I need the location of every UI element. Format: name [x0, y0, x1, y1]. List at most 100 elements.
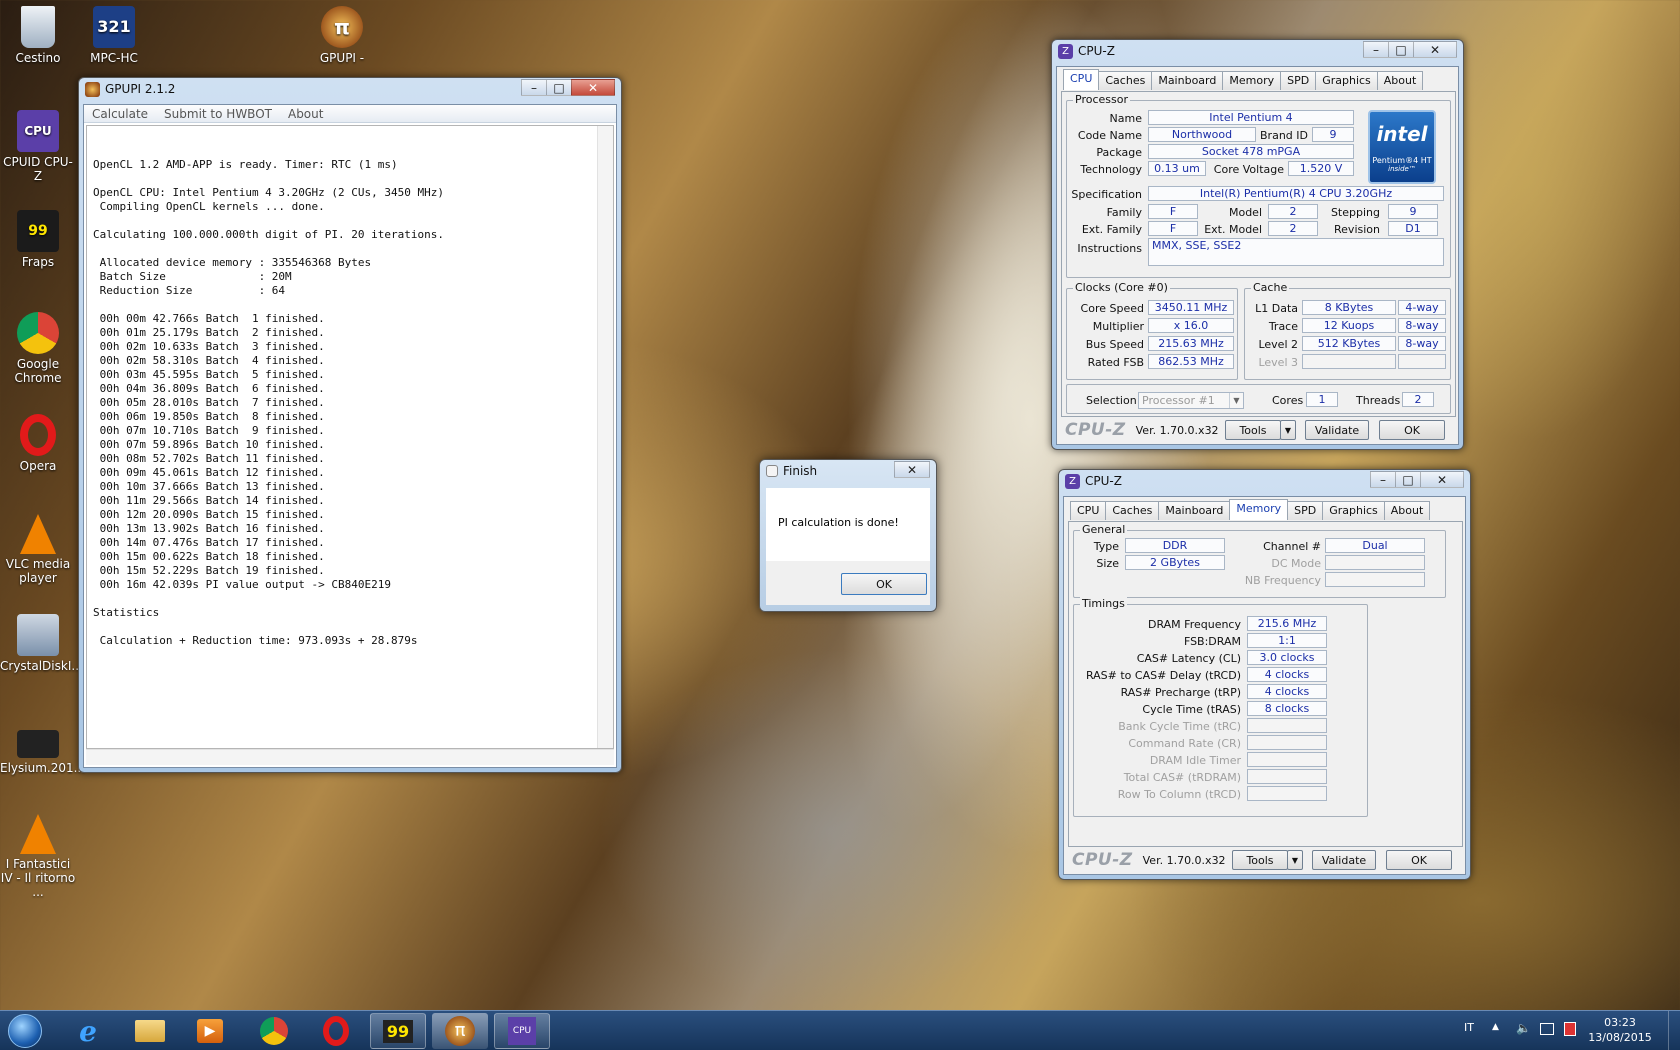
cpuz-icon: CPU: [17, 110, 59, 152]
tools-button[interactable]: Tools: [1225, 420, 1281, 440]
vertical-scrollbar[interactable]: [597, 126, 613, 748]
menu-submit-hwbot[interactable]: Submit to HWBOT: [156, 107, 280, 121]
maximize-button[interactable]: □: [546, 79, 572, 96]
taskbar-explorer[interactable]: [122, 1013, 178, 1049]
tools-dropdown-icon[interactable]: ▼: [1280, 420, 1296, 440]
level2-way: 8-way: [1398, 336, 1446, 351]
show-desktop-button[interactable]: [1668, 1011, 1680, 1050]
tab-cpu[interactable]: CPU: [1063, 69, 1100, 90]
start-orb-icon: [8, 1014, 42, 1048]
gpupi-client: Calculate Submit to HWBOT About OpenCL 1…: [83, 104, 617, 768]
validate-button[interactable]: Validate: [1312, 850, 1376, 870]
start-button[interactable]: [2, 1013, 48, 1049]
tools-dropdown-icon[interactable]: ▼: [1287, 850, 1303, 870]
network-icon[interactable]: [1540, 1023, 1554, 1035]
desktop-icon-fraps[interactable]: 99 Fraps: [0, 210, 76, 269]
gpupi-titlebar[interactable]: GPUPI 2.1.2 – □ ✕: [79, 78, 621, 100]
timing-label: Bank Cycle Time (tRC): [1118, 720, 1241, 733]
taskbar-ie[interactable]: e: [60, 1013, 116, 1049]
maximize-button[interactable]: □: [1395, 471, 1421, 488]
close-button[interactable]: ✕: [894, 461, 930, 478]
maximize-button[interactable]: □: [1388, 41, 1414, 58]
threads-label: Threads: [1356, 394, 1401, 407]
cpu-panel: Processor Name Intel Pentium 4 Code Name…: [1061, 91, 1456, 417]
horizontal-scrollbar[interactable]: [86, 749, 614, 765]
validate-button[interactable]: Validate: [1305, 420, 1369, 440]
menu-about[interactable]: About: [280, 107, 331, 121]
cpuz-titlebar[interactable]: Z CPU-Z – □ ✕: [1059, 470, 1470, 492]
desktop-icon-cpuz[interactable]: CPU CPUID CPU-Z: [0, 110, 76, 183]
cpuz-icon: CPU: [508, 1017, 536, 1045]
volume-muted-icon[interactable]: 🔈: [1516, 1021, 1531, 1035]
tools-button[interactable]: Tools: [1232, 850, 1288, 870]
action-center-icon[interactable]: [1564, 1022, 1576, 1036]
version-label: Ver. 1.70.0.x32: [1142, 853, 1226, 867]
timing-value: [1247, 769, 1327, 784]
technology-value: 0.13 um: [1148, 161, 1206, 176]
tab-cpu[interactable]: CPU: [1070, 501, 1107, 520]
stepping-label: Stepping: [1330, 206, 1380, 219]
crystaldisk-icon: [17, 614, 59, 656]
minimize-button[interactable]: –: [521, 79, 547, 96]
name-value: Intel Pentium 4: [1148, 110, 1354, 125]
tab-caches[interactable]: Caches: [1105, 501, 1160, 520]
cpuz-titlebar[interactable]: Z CPU-Z – □ ✕: [1052, 40, 1463, 62]
processor-select[interactable]: Processor #1 ▼: [1138, 392, 1244, 409]
menu-calculate[interactable]: Calculate: [84, 107, 156, 121]
tab-caches[interactable]: Caches: [1098, 71, 1153, 90]
tab-about[interactable]: About: [1383, 501, 1431, 520]
specification-value: Intel(R) Pentium(R) 4 CPU 3.20GHz: [1148, 186, 1444, 201]
specification-label: Specification: [1071, 188, 1142, 201]
brandid-label: Brand ID: [1260, 129, 1308, 142]
stepping-value: 9: [1388, 204, 1438, 219]
taskbar-media-player[interactable]: ▶: [182, 1013, 238, 1049]
desktop-icon-chrome[interactable]: Google Chrome: [0, 312, 76, 385]
trace-way: 8-way: [1398, 318, 1446, 333]
clock[interactable]: 03:23 13/08/2015: [1584, 1015, 1656, 1045]
desktop-icon-elysium[interactable]: Elysium.201...: [0, 730, 85, 775]
tab-graphics[interactable]: Graphics: [1322, 501, 1385, 520]
cores-value: 1: [1306, 392, 1338, 407]
tab-mainboard[interactable]: Mainboard: [1158, 501, 1231, 520]
close-button[interactable]: ✕: [1420, 471, 1464, 488]
taskbar-fraps[interactable]: 99: [370, 1013, 426, 1049]
desktop-icon-mpc-hc[interactable]: 321 MPC-HC: [76, 6, 152, 65]
tab-spd[interactable]: SPD: [1280, 71, 1317, 90]
level3-way: [1398, 354, 1446, 369]
taskbar-chrome[interactable]: [246, 1013, 302, 1049]
dialog-titlebar[interactable]: Finish ✕: [760, 460, 936, 482]
tab-about[interactable]: About: [1376, 71, 1424, 90]
output-console[interactable]: OpenCL 1.2 AMD-APP is ready. Timer: RTC …: [86, 125, 614, 749]
ok-button[interactable]: OK: [841, 573, 927, 595]
language-indicator[interactable]: IT: [1464, 1021, 1474, 1034]
minimize-button[interactable]: –: [1363, 41, 1389, 58]
minimize-button[interactable]: –: [1370, 471, 1396, 488]
extmodel-label: Ext. Model: [1204, 223, 1262, 236]
taskbar-gpupi[interactable]: π: [432, 1013, 488, 1049]
instructions-value: MMX, SSE, SSE2: [1148, 238, 1444, 266]
taskbar-cpuz[interactable]: CPU: [494, 1013, 550, 1049]
tab-spd[interactable]: SPD: [1287, 501, 1324, 520]
ok-button[interactable]: OK: [1379, 420, 1445, 440]
tab-memory[interactable]: Memory: [1229, 499, 1289, 520]
size-label: Size: [1096, 557, 1119, 570]
desktop-icon-recycle-bin[interactable]: Cestino: [0, 6, 76, 65]
desktop-icon-gpupi[interactable]: π GPUPI -: [304, 6, 380, 65]
desktop-icon-opera[interactable]: Opera: [0, 414, 76, 473]
close-button[interactable]: ✕: [1413, 41, 1457, 58]
fraps-icon: 99: [17, 210, 59, 252]
timing-value: 215.6 MHz: [1247, 616, 1327, 631]
timing-label: FSB:DRAM: [1183, 635, 1241, 648]
desktop-icon-vlc[interactable]: VLC media player: [0, 514, 76, 585]
taskbar-opera[interactable]: [308, 1013, 364, 1049]
ok-button[interactable]: OK: [1386, 850, 1452, 870]
desktop-icon-fantastici[interactable]: I Fantastici IV - Il ritorno ...: [0, 814, 76, 899]
tab-memory[interactable]: Memory: [1222, 71, 1282, 90]
tab-graphics[interactable]: Graphics: [1315, 71, 1378, 90]
core-speed-label: Core Speed: [1080, 302, 1144, 315]
show-hidden-icons-icon[interactable]: ▲: [1492, 1022, 1499, 1032]
desktop-icon-crystaldisk[interactable]: CrystalDiskI...: [0, 614, 83, 673]
tab-mainboard[interactable]: Mainboard: [1151, 71, 1224, 90]
vlc-icon: [20, 514, 56, 554]
close-button[interactable]: ✕: [571, 79, 615, 96]
